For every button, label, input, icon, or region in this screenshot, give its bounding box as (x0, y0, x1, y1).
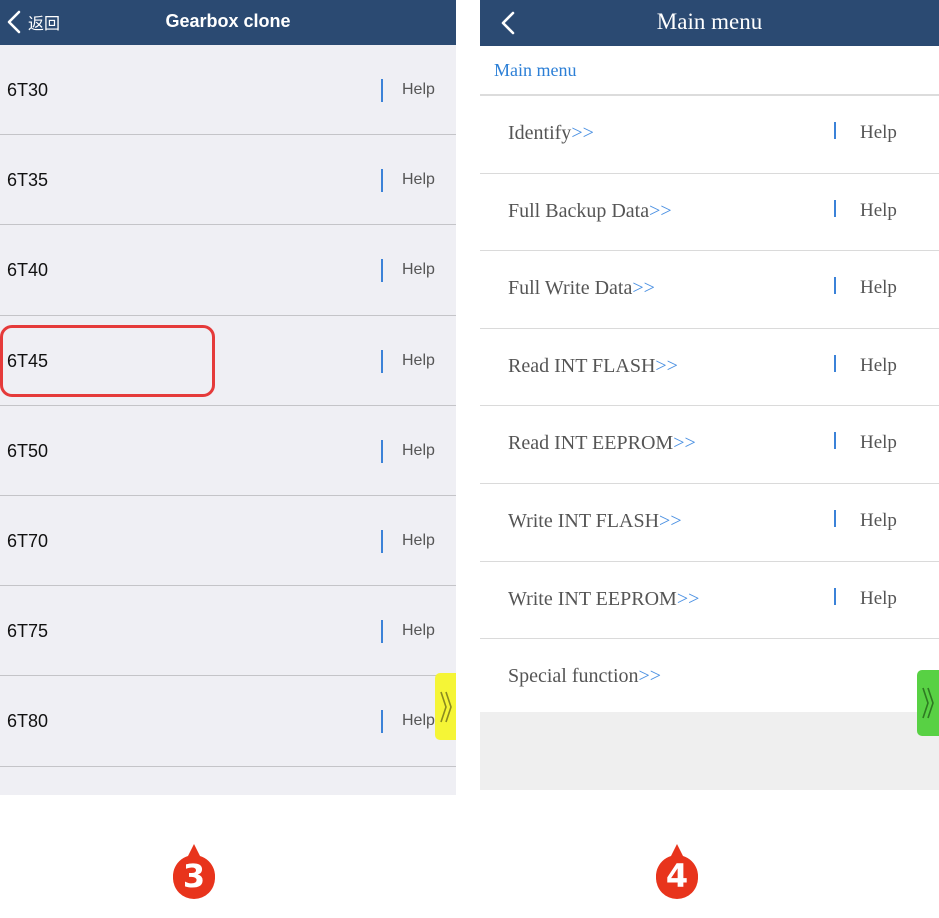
menu-item-label: Full Backup Data>> (508, 199, 672, 222)
divider (381, 259, 383, 283)
item-code: 6T75 (7, 621, 49, 642)
menu-item-full-write-data[interactable]: Full Write Data>> Help (480, 251, 939, 329)
item-code: 6T80 (7, 711, 49, 732)
help-link[interactable]: Help (860, 329, 897, 406)
menu-item-read-int-eeprom[interactable]: Read INT EEPROM>> Help (480, 406, 939, 484)
divider (834, 509, 836, 527)
page-title: Gearbox clone (165, 11, 291, 31)
step-number: 4 (665, 857, 689, 895)
double-chevron-right-icon (439, 691, 452, 722)
help-link[interactable]: Help (860, 484, 897, 561)
divider (381, 710, 383, 734)
menu-item-label: Write INT FLASH>> (508, 509, 682, 532)
help-link[interactable]: Help (860, 406, 897, 483)
side-drawer-tab[interactable] (435, 673, 456, 740)
back-button[interactable] (498, 10, 518, 36)
help-link[interactable]: Help (402, 586, 435, 676)
list-item-6t50[interactable]: 6T50 Help (0, 406, 456, 496)
help-link[interactable]: Help (860, 96, 897, 173)
main-menu-screen: Main menu Main menu Identify>> Help Full… (480, 0, 939, 790)
list-item-6t80[interactable]: 6T80 Help (0, 676, 456, 767)
back-label: 返回 (28, 14, 61, 33)
item-code: 6T50 (7, 440, 49, 461)
item-code: 6T35 (7, 170, 49, 191)
menu-item-read-int-flash[interactable]: Read INT FLASH>> Help (480, 328, 939, 407)
empty-area (480, 712, 939, 790)
gearbox-clone-screen: 返回 Gearbox clone 6T30 Help 6T35 Help 6T4… (0, 0, 456, 795)
menu-item-label: Read INT EEPROM>> (508, 432, 696, 455)
help-link[interactable]: Help (860, 562, 897, 639)
menu-item-label: Write INT EEPROM>> (508, 587, 700, 610)
main-menu-list: Identify>> Help Full Backup Data>> Help … (480, 96, 939, 717)
list-item-6t45[interactable]: 6T45 Help (0, 316, 456, 406)
divider (834, 122, 836, 139)
list-item-6t70[interactable]: 6T70 Help (0, 496, 456, 587)
gearbox-list: 6T30 Help 6T35 Help 6T40 Help 6T45 Help … (0, 45, 456, 767)
list-item-6t40[interactable]: 6T40 Help (0, 225, 456, 316)
help-link[interactable]: Help (402, 676, 435, 766)
menu-item-label: Read INT FLASH>> (508, 354, 678, 377)
chevron-left-icon (7, 10, 21, 34)
item-code: 6T70 (7, 530, 49, 551)
divider (381, 620, 383, 644)
help-link[interactable]: Help (402, 316, 435, 406)
nav-bar: Main menu (480, 0, 939, 46)
divider (381, 439, 383, 463)
help-link[interactable]: Help (860, 174, 897, 251)
menu-item-identify[interactable]: Identify>> Help (480, 96, 939, 174)
divider (834, 199, 836, 217)
menu-item-special-function[interactable]: Special function>> (480, 639, 939, 717)
step-badge: 3 (170, 842, 218, 902)
divider (381, 349, 383, 373)
help-link[interactable]: Help (402, 496, 435, 586)
divider (834, 587, 836, 605)
back-button[interactable]: 返回 (6, 9, 60, 35)
double-chevron-right-icon (922, 687, 934, 719)
step-number: 3 (182, 857, 206, 895)
help-link[interactable]: Help (860, 251, 897, 328)
breadcrumb: Main menu (480, 46, 939, 96)
help-link[interactable]: Help (402, 45, 435, 135)
help-link[interactable]: Help (402, 135, 435, 225)
help-link[interactable]: Help (402, 406, 435, 496)
menu-item-write-int-eeprom[interactable]: Write INT EEPROM>> Help (480, 561, 939, 640)
list-item-6t35[interactable]: 6T35 Help (0, 135, 456, 226)
item-code: 6T30 (7, 80, 49, 100)
divider (381, 529, 383, 553)
divider (381, 169, 383, 193)
menu-item-label: Special function>> (508, 665, 662, 688)
step-badge: 4 (653, 842, 701, 902)
item-code: 6T40 (7, 260, 49, 281)
menu-item-full-backup-data[interactable]: Full Backup Data>> Help (480, 173, 939, 252)
menu-item-label: Full Write Data>> (508, 277, 655, 300)
divider (834, 277, 836, 295)
item-code: 6T45 (7, 350, 49, 371)
menu-item-label: Identify>> (508, 122, 594, 144)
list-item-6t30[interactable]: 6T30 Help (0, 45, 456, 136)
side-drawer-tab[interactable] (917, 670, 939, 736)
page-title: Main menu (656, 9, 763, 34)
menu-item-write-int-flash[interactable]: Write INT FLASH>> Help (480, 483, 939, 562)
divider (381, 79, 383, 102)
list-item-6t75[interactable]: 6T75 Help (0, 586, 456, 677)
breadcrumb-link[interactable]: Main menu (494, 46, 577, 94)
help-link[interactable]: Help (402, 225, 435, 315)
nav-bar: 返回 Gearbox clone (0, 0, 456, 45)
divider (834, 432, 836, 450)
divider (834, 354, 836, 372)
